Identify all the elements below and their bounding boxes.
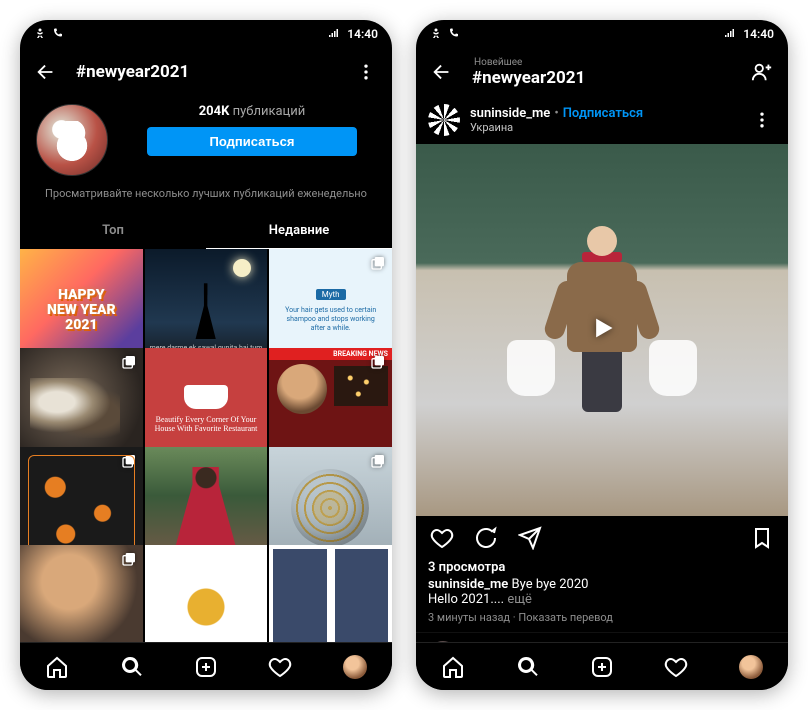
header-subtitle: Новейшее (474, 57, 732, 68)
post-more-button[interactable] (748, 106, 776, 134)
back-button[interactable] (32, 58, 60, 86)
hashtag-title: #newyear2021 (76, 62, 336, 82)
separator-dot: • (554, 106, 558, 121)
carousel-icon (370, 354, 386, 370)
nav-create[interactable] (587, 652, 617, 682)
nav-search[interactable] (117, 652, 147, 682)
nav-create[interactable] (191, 652, 221, 682)
nav-activity[interactable] (661, 652, 691, 682)
more-button[interactable] (352, 58, 380, 86)
count-label: публикаций (233, 104, 306, 119)
nav-activity[interactable] (265, 652, 295, 682)
signal-icon (327, 27, 341, 42)
tabs: Топ Недавние (20, 213, 392, 249)
phone-left: 14:40 #newyear2021 204K публикаций Подпи… (20, 20, 392, 690)
publication-count: 204K публикаций (199, 104, 306, 119)
tile-badge: Myth (316, 289, 346, 300)
status-left-icons (34, 27, 64, 42)
app-header: Новейшее #newyear2021 (416, 48, 788, 96)
avatar (739, 655, 763, 679)
status-bar: 14:40 (20, 20, 392, 48)
add-user-button[interactable] (748, 58, 776, 86)
hashtag-hero: 204K публикаций Подписаться Просматривай… (20, 96, 392, 213)
caption-username[interactable]: suninside_me (428, 577, 508, 592)
caption-more[interactable]: ещё (507, 592, 532, 607)
status-time: 14:40 (743, 27, 774, 41)
follow-link[interactable]: Подписаться (563, 106, 643, 121)
post-grid: mere darme ek sawal gunjta hai tum mere … (20, 249, 392, 642)
app-header: #newyear2021 (20, 48, 392, 96)
post-location[interactable]: Украина (470, 121, 738, 134)
post-media[interactable] (416, 144, 788, 516)
ok-icon (34, 27, 46, 42)
tile-text: Beautify Every Corner Of Your House With… (145, 415, 268, 433)
tab-top[interactable]: Топ (20, 213, 206, 249)
post-username[interactable]: suninside_me (470, 106, 550, 121)
grid-tile[interactable] (20, 545, 143, 642)
post-avatar[interactable] (428, 104, 460, 136)
tile-logo (186, 587, 226, 627)
save-button[interactable] (748, 524, 776, 552)
count-value: 204K (199, 104, 230, 119)
bottom-nav (20, 642, 392, 690)
phone-right: 14:40 Новейшее #newyear2021 suninside_me… (416, 20, 788, 690)
post-area: suninside_me • Подписаться Украина (416, 96, 788, 642)
nav-search[interactable] (513, 652, 543, 682)
status-bar: 14:40 (416, 20, 788, 48)
grid-tile[interactable]: Celebrating new year in 2020 Celebrating… (269, 545, 392, 642)
tile-logo (184, 385, 228, 409)
nav-home[interactable] (438, 652, 468, 682)
status-right: 14:40 (327, 27, 378, 42)
status-right: 14:40 (723, 27, 774, 42)
carousel-icon (121, 551, 137, 567)
translate-link[interactable]: Показать перевод (518, 611, 613, 624)
grid-tile[interactable] (145, 545, 268, 642)
tile-text: Your hair gets used to certain shampoo a… (269, 306, 392, 333)
post-caption: suninside_me Bye bye 2020 Hello 2021....… (428, 577, 776, 607)
post-meta: 3 просмотра suninside_me Bye bye 2020 He… (416, 560, 788, 632)
hero-note: Просматривайте несколько лучших публикац… (45, 186, 367, 201)
post-header: suninside_me • Подписаться Украина (416, 96, 788, 144)
bottom-nav (416, 642, 788, 690)
caption-text: Bye bye 2020 (512, 577, 589, 592)
post-time: 3 минуты назад · Показать перевод (428, 611, 776, 624)
next-post-header: imbkarteper • Подписаться (416, 632, 788, 642)
signal-icon (723, 27, 737, 42)
carousel-icon (121, 354, 137, 370)
viber-icon (52, 27, 64, 42)
subscribe-button[interactable]: Подписаться (147, 127, 357, 156)
nav-profile[interactable] (736, 652, 766, 682)
carousel-icon (370, 453, 386, 469)
tab-recent[interactable]: Недавние (206, 213, 392, 249)
carousel-icon (121, 453, 137, 469)
tile-crowd (334, 366, 388, 406)
hashtag-title: #newyear2021 (472, 68, 732, 88)
views-count: 3 просмотра (428, 560, 776, 575)
caption-text-2: Hello 2021.... (428, 592, 504, 607)
comment-button[interactable] (472, 524, 500, 552)
status-time: 14:40 (347, 27, 378, 41)
nav-profile[interactable] (340, 652, 370, 682)
back-button[interactable] (428, 58, 456, 86)
nav-home[interactable] (42, 652, 72, 682)
post-actions (416, 516, 788, 560)
play-icon (588, 314, 616, 346)
status-left-icons (430, 27, 460, 42)
viber-icon (448, 27, 460, 42)
ok-icon (430, 27, 442, 42)
avatar (343, 655, 367, 679)
share-button[interactable] (516, 524, 544, 552)
hashtag-avatar[interactable] (36, 104, 108, 176)
like-button[interactable] (428, 524, 456, 552)
carousel-icon (370, 255, 386, 271)
